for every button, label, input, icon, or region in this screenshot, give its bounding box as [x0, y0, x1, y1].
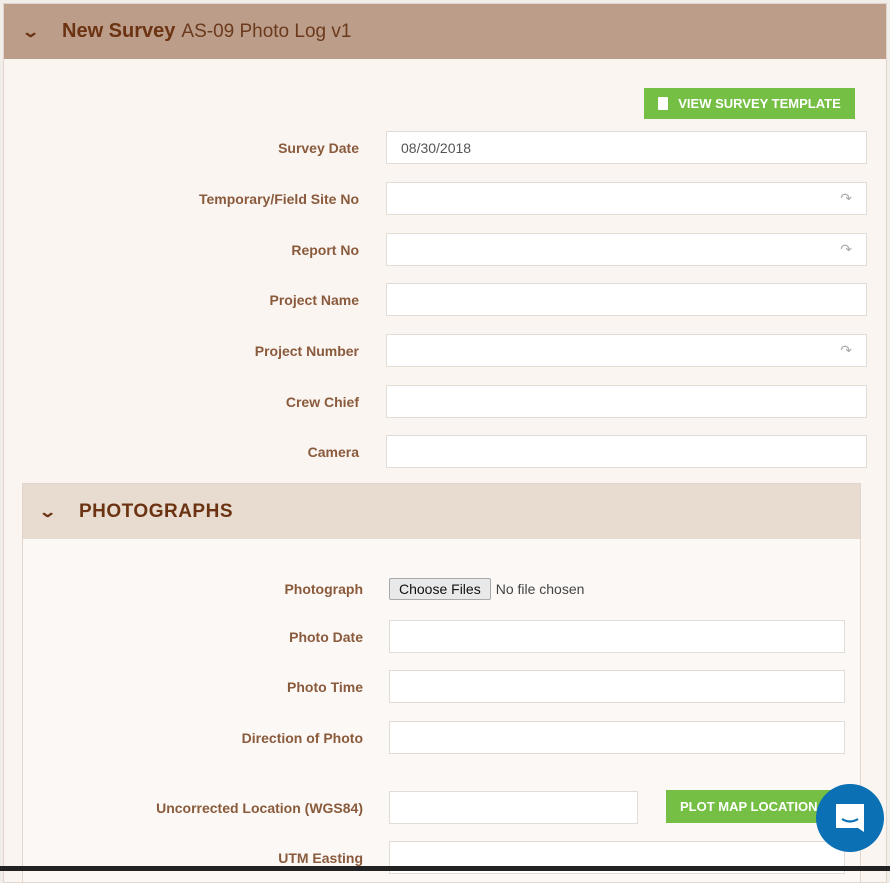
form-row: Project Name — [0, 283, 867, 316]
field-input[interactable]: ↷ — [386, 182, 867, 215]
field-label: Survey Date — [278, 139, 359, 156]
direction-input[interactable] — [389, 721, 845, 754]
survey-template-name: AS-09 Photo Log v1 — [181, 20, 352, 42]
form-row: Survey Date 08/30/2018 — [0, 131, 867, 164]
clipboard-icon — [658, 97, 669, 110]
photo-date-label: Photo Date — [289, 628, 363, 645]
view-survey-template-button[interactable]: VIEW SURVEY TEMPLATE — [644, 88, 855, 119]
field-input[interactable] — [386, 283, 867, 316]
form-row: Temporary/Field Site No ↷ — [0, 182, 867, 215]
taskbar-edge — [0, 866, 890, 871]
form-row: Crew Chief — [0, 385, 867, 418]
page-title: New Survey — [62, 20, 176, 42]
photo-time-label: Photo Time — [287, 678, 363, 695]
field-value: 08/30/2018 — [401, 139, 472, 156]
plot-map-location-button[interactable]: PLOT MAP LOCATION — [666, 790, 836, 823]
field-input[interactable] — [386, 385, 867, 418]
form-row: Project Number ↷ — [0, 334, 867, 367]
field-input[interactable] — [386, 435, 867, 468]
direction-label: Direction of Photo — [241, 729, 363, 746]
field-input[interactable]: 08/30/2018 — [386, 131, 867, 164]
section-title: PHOTOGRAPHS — [79, 500, 234, 522]
file-status: No file chosen — [495, 580, 585, 597]
lookup-icon[interactable]: ↷ — [840, 190, 852, 207]
lookup-icon[interactable]: ↷ — [840, 342, 852, 359]
survey-header[interactable]: ⌄ New Survey AS-09 Photo Log v1 — [4, 4, 886, 59]
field-label: Report No — [291, 241, 359, 258]
form-row: Report No ↷ — [0, 233, 867, 266]
photo-date-input[interactable] — [389, 620, 845, 653]
field-input[interactable]: ↷ — [386, 334, 867, 367]
field-label: Crew Chief — [285, 393, 359, 410]
field-input[interactable]: ↷ — [386, 233, 867, 266]
field-label: Camera — [307, 443, 359, 460]
field-label: Project Name — [269, 291, 359, 308]
uncorrected-location-label: Uncorrected Location (WGS84) — [156, 799, 363, 816]
form-row: Camera — [0, 435, 867, 468]
chevron-down-icon[interactable]: ⌄ — [38, 502, 86, 522]
chat-icon — [836, 804, 864, 832]
choose-files-button[interactable]: Choose Files — [389, 577, 491, 600]
photographs-header[interactable]: ⌄ PHOTOGRAPHS — [23, 484, 860, 539]
lookup-icon[interactable]: ↷ — [840, 241, 852, 258]
photo-time-input[interactable] — [389, 670, 845, 703]
field-label: Temporary/Field Site No — [199, 190, 359, 207]
chat-launcher-button[interactable] — [816, 784, 884, 852]
photograph-label: Photograph — [284, 580, 363, 597]
chevron-down-icon[interactable]: ⌄ — [21, 22, 69, 42]
utm-easting-label: UTM Easting — [278, 849, 363, 866]
field-label: Project Number — [254, 342, 359, 359]
uncorrected-location-input[interactable] — [389, 791, 638, 824]
